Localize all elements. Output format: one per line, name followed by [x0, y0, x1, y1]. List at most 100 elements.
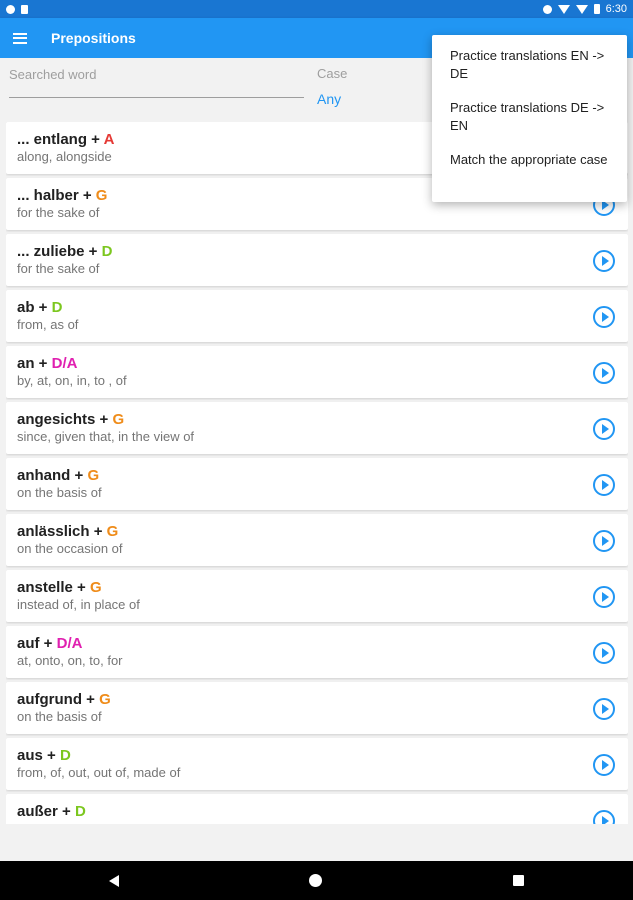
preposition-list: ... entlang + Aalong, alongside... halbe… — [6, 122, 628, 824]
play-audio-button[interactable] — [593, 586, 615, 608]
popup-menu-item[interactable]: Match the appropriate case — [432, 151, 627, 203]
case-tag: G — [95, 187, 108, 204]
case-tag: G — [112, 411, 125, 428]
preposition-translation: since, given that, in the view of — [17, 429, 195, 444]
preposition-translation: from, as of — [17, 317, 79, 332]
play-icon — [601, 760, 609, 770]
play-audio-button[interactable] — [593, 698, 615, 720]
preposition-card[interactable]: ab + Dfrom, as of — [6, 290, 628, 342]
preposition-heading: anlässlich + G — [17, 523, 628, 540]
case-tag: D — [74, 803, 86, 820]
preposition-card[interactable]: an + D/A by, at, on, in, to , of — [6, 346, 628, 398]
case-tag: D/A — [51, 355, 78, 372]
preposition-heading: ab + D — [17, 299, 628, 316]
play-audio-button[interactable] — [593, 642, 615, 664]
play-icon — [601, 424, 609, 434]
preposition-heading: angesichts + G — [17, 411, 628, 428]
preposition-translation: instead of, in place of — [17, 597, 140, 612]
settings-notification-icon — [6, 4, 15, 14]
case-tag: D — [59, 747, 71, 764]
hamburger-menu-icon — [13, 32, 27, 44]
preposition-card[interactable]: angesichts + Gsince, given that, in the … — [6, 402, 628, 454]
preposition-heading: aufgrund + G — [17, 691, 628, 708]
plus-sign: + — [70, 467, 88, 484]
battery-icon — [593, 4, 600, 14]
plus-sign: + — [39, 635, 57, 652]
preposition-card[interactable]: außer + D — [6, 794, 628, 824]
status-time: 6:30 — [605, 3, 627, 15]
play-icon — [601, 592, 609, 602]
case-tag: A — [103, 131, 115, 148]
play-audio-button[interactable] — [593, 306, 615, 328]
case-tag: D — [101, 243, 113, 260]
navigation-menu-button[interactable] — [0, 18, 40, 58]
location-icon — [542, 4, 552, 14]
preposition-card[interactable]: anhand + Gon the basis of — [6, 458, 628, 510]
plus-sign: + — [82, 691, 100, 708]
plus-sign: + — [78, 187, 96, 204]
case-tag: G — [87, 467, 100, 484]
preposition-heading: auf + D/A — [17, 635, 628, 652]
case-filter-label: Case — [317, 66, 348, 81]
preposition-heading: aus + D — [17, 747, 628, 764]
play-audio-button[interactable] — [593, 754, 615, 776]
cellular-signal-icon — [575, 4, 588, 14]
preposition-heading: ... zuliebe + D — [17, 243, 628, 260]
preposition-translation: on the basis of — [17, 485, 102, 500]
preposition-translation: for the sake of — [17, 205, 100, 220]
popup-menu-item[interactable]: Practice translations DE -> EN — [432, 99, 627, 151]
play-audio-button[interactable] — [593, 362, 615, 384]
plus-sign: + — [89, 523, 107, 540]
play-icon — [601, 704, 609, 714]
back-icon[interactable] — [109, 874, 120, 887]
wifi-icon — [557, 4, 570, 14]
preposition-heading: an + D/A — [17, 355, 628, 372]
preposition-word: außer — [17, 803, 58, 820]
play-audio-button[interactable] — [593, 474, 615, 496]
preposition-word: aus — [17, 747, 43, 764]
recent-apps-icon[interactable] — [512, 875, 524, 886]
preposition-card[interactable]: auf + D/A at, onto, on, to, for — [6, 626, 628, 678]
plus-sign: + — [95, 411, 113, 428]
preposition-card[interactable]: anstelle + Ginstead of, in place of — [6, 570, 628, 622]
plus-sign: + — [72, 579, 90, 596]
preposition-card[interactable]: ... zuliebe + Dfor the sake of — [6, 234, 628, 286]
case-filter[interactable]: Case Any — [317, 66, 437, 107]
system-navigation-bar — [0, 861, 633, 900]
play-audio-button[interactable] — [593, 418, 615, 440]
plus-sign: + — [57, 803, 75, 820]
plus-sign: + — [87, 131, 104, 148]
preposition-card[interactable]: anlässlich + Gon the occasion of — [6, 514, 628, 566]
preposition-word: ... zuliebe — [17, 243, 85, 260]
play-icon — [601, 312, 609, 322]
preposition-card[interactable]: aufgrund + Gon the basis of — [6, 682, 628, 734]
play-audio-button[interactable] — [593, 250, 615, 272]
play-audio-button[interactable] — [593, 530, 615, 552]
play-icon — [601, 816, 609, 824]
preposition-word: aufgrund — [17, 691, 82, 708]
preposition-card[interactable]: aus + Dfrom, of, out, out of, made of — [6, 738, 628, 790]
preposition-translation: for the sake of — [17, 261, 100, 276]
preposition-translation: from, of, out, out of, made of — [17, 765, 181, 780]
preposition-translation: on the occasion of — [17, 541, 123, 556]
case-tag: D — [51, 299, 63, 316]
case-filter-value[interactable]: Any — [317, 91, 437, 107]
home-icon[interactable] — [309, 874, 323, 887]
play-icon — [601, 368, 609, 378]
preposition-translation: on the basis of — [17, 709, 102, 724]
preposition-word: anlässlich — [17, 523, 90, 540]
case-tag: G — [89, 579, 102, 596]
preposition-word: ab — [17, 299, 35, 316]
plus-sign: + — [42, 747, 60, 764]
preposition-word: anhand — [17, 467, 71, 484]
plus-sign: + — [84, 243, 102, 260]
preposition-word: angesichts — [17, 411, 96, 428]
preposition-translation: by, at, on, in, to , of — [17, 373, 127, 388]
preposition-heading: anhand + G — [17, 467, 628, 484]
preposition-word: anstelle — [17, 579, 73, 596]
search-input[interactable] — [9, 67, 304, 82]
popup-menu-item[interactable]: Practice translations EN -> DE — [432, 47, 627, 99]
play-icon — [601, 536, 609, 546]
overflow-popup-menu: Practice translations EN -> DE Practice t… — [432, 35, 627, 202]
play-icon — [601, 256, 609, 266]
